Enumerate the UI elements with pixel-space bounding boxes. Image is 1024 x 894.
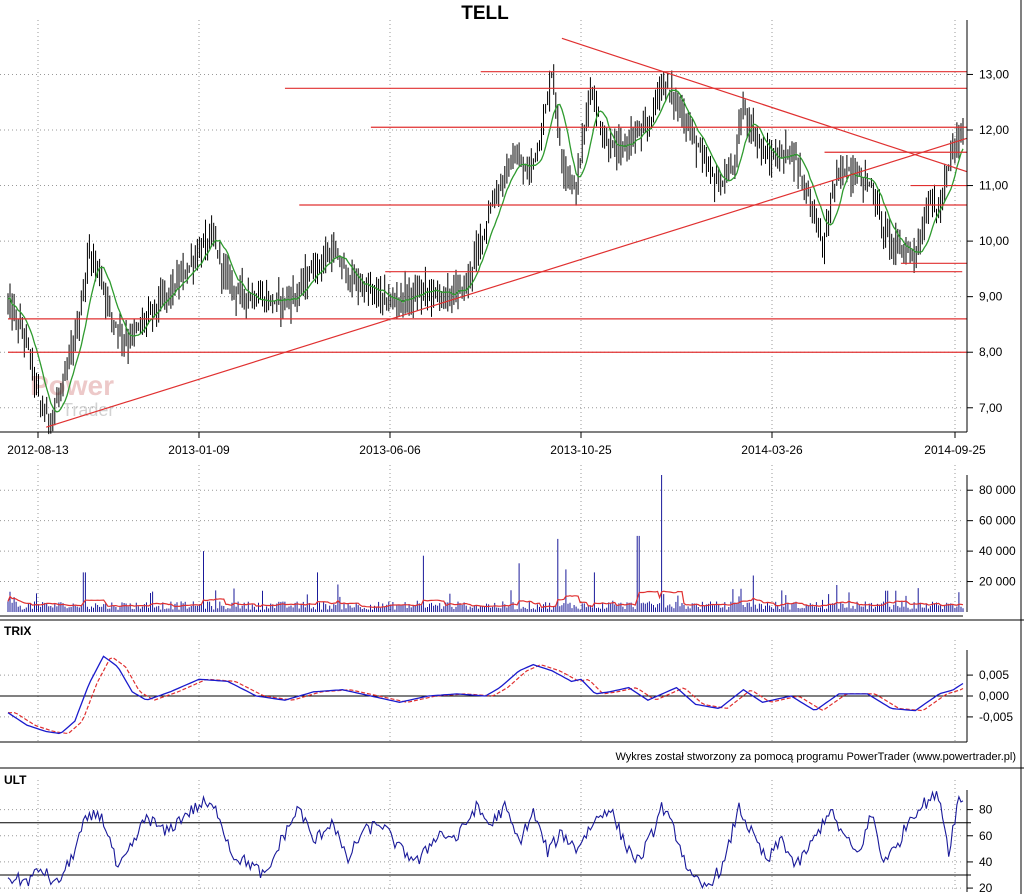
ult-y-tick-1: 60 — [979, 829, 993, 843]
price-y-tick-5: 12,00 — [979, 123, 1009, 137]
price-y-tick-6: 13,00 — [979, 67, 1009, 81]
price-y-tick-3: 10,00 — [979, 234, 1009, 248]
price-x-tick-4: 2014-03-26 — [741, 443, 803, 457]
price-x-tick-3: 2013-10-25 — [550, 443, 612, 457]
price-x-tick-2: 2013-06-06 — [359, 443, 421, 457]
credit-text: Wykres został stworzony za pomocą progra… — [615, 751, 1016, 763]
price-y-tick-2: 9,00 — [979, 290, 1003, 304]
price-y-tick-0: 7,00 — [979, 401, 1003, 415]
ult-y-tick-0: 80 — [979, 803, 993, 817]
volume-panel — [7, 475, 964, 612]
trix-panel-label: TRIX — [4, 624, 31, 638]
ult-y-tick-2: 40 — [979, 855, 993, 869]
ult-line — [7, 790, 964, 890]
price-panel — [7, 37, 968, 435]
trix-y-tick-1: 0,000 — [979, 689, 1009, 703]
vol-y-tick-2: 60 000 — [979, 514, 1016, 528]
trix-y-tick-0: 0,005 — [979, 668, 1009, 682]
chart-title: TELL — [461, 3, 509, 24]
trix-y-tick-2: -0,005 — [979, 710, 1013, 724]
price-x-tick-5: 2014-09-25 — [924, 443, 986, 457]
ult-panel-label: ULT — [4, 773, 27, 787]
trix-panel — [7, 655, 964, 735]
volume-average-line — [7, 590, 964, 608]
vol-y-tick-0: 20 000 — [979, 575, 1016, 589]
powertrader-chart: Power Trader TELL TRIX ULT Wykres został… — [0, 0, 1024, 894]
watermark-trader: Trader — [62, 400, 114, 420]
price-x-tick-0: 2012-08-13 — [7, 443, 69, 457]
chart-stage: Power Trader TELL TRIX ULT Wykres został… — [0, 0, 1024, 894]
price-y-tick-4: 11,00 — [979, 179, 1008, 193]
ult-panel — [0, 790, 971, 890]
labels: TELL TRIX ULT Wykres został stworzony za… — [4, 3, 1016, 894]
price-y-tick-1: 8,00 — [979, 345, 1003, 359]
moving-average-line — [7, 89, 964, 413]
ult-y-tick-3: 20 — [979, 881, 993, 894]
vol-y-tick-3: 80 000 — [979, 483, 1016, 497]
price-x-tick-1: 2013-01-09 — [168, 443, 230, 457]
vol-y-tick-1: 40 000 — [979, 544, 1016, 558]
